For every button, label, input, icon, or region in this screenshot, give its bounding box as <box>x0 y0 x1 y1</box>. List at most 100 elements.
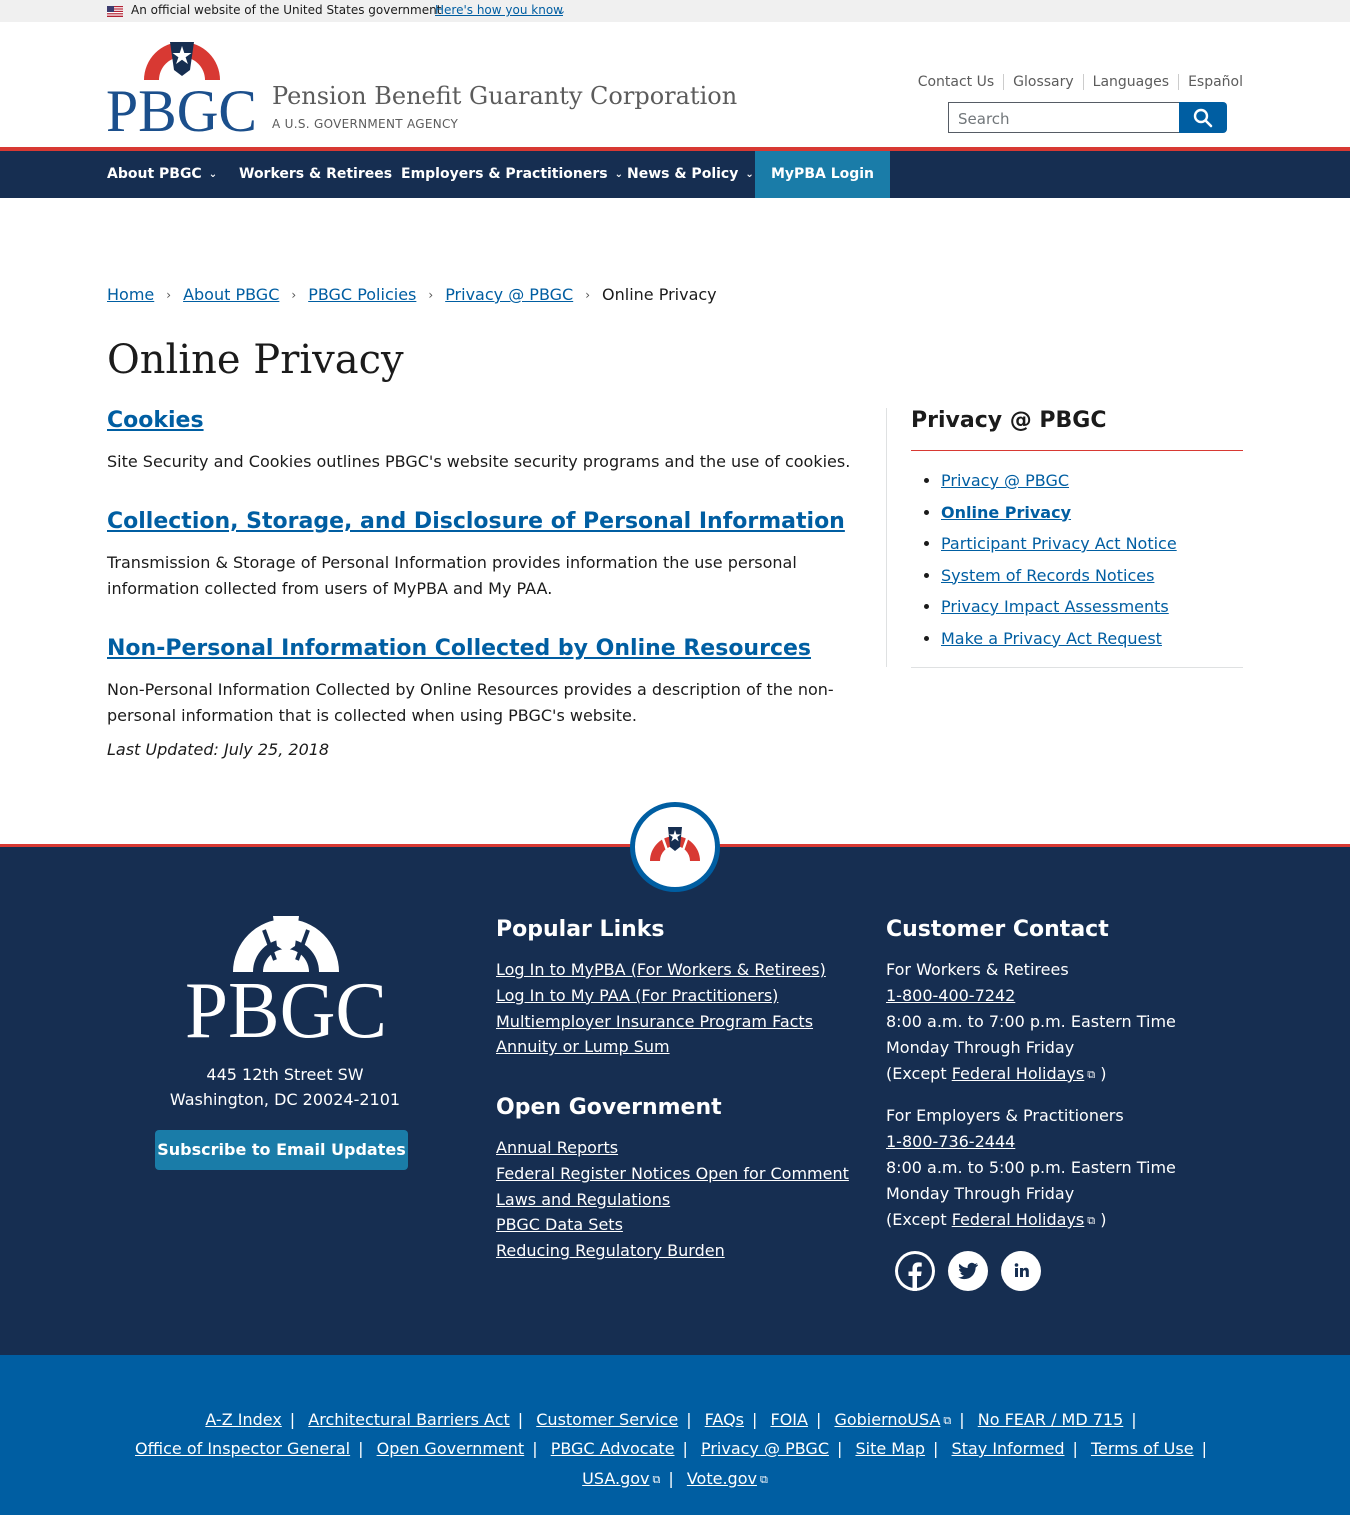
address-line-2: Washington, DC 20024-2101 <box>169 1090 401 1109</box>
twitter-icon[interactable] <box>948 1251 988 1291</box>
sidebar-divider <box>886 408 887 667</box>
sidebar-title: Privacy @ PBGC <box>911 408 1107 433</box>
glossary-link[interactable]: Glossary <box>1003 74 1083 90</box>
footer-link[interactable]: Reducing Regulatory Burden <box>496 1238 849 1264</box>
chevron-down-icon: ⌄ <box>208 169 218 180</box>
popular-links-column: Popular Links Log In to MyPBA (For Worke… <box>496 914 826 1060</box>
breadcrumb-current: Online Privacy <box>602 285 717 304</box>
footer-bottom-row-1: A-Z Index | Architectural Barriers Act | C… <box>205 1410 1137 1429</box>
espanol-link[interactable]: Español <box>1178 74 1243 90</box>
site-subtitle: A U.S. GOVERNMENT AGENCY <box>272 117 459 131</box>
search-icon <box>1193 108 1213 128</box>
footer-bottom-link[interactable]: PBGC Advocate <box>551 1439 675 1458</box>
footer-link[interactable]: Log In to My PAA (For Practitioners) <box>496 983 826 1009</box>
sidebar-item-impact-assessments[interactable]: Privacy Impact Assessments <box>941 594 1177 626</box>
sidebar-item-privacy-pbgc[interactable]: Privacy @ PBGC <box>941 468 1177 500</box>
footer-bottom-link[interactable]: Office of Inspector General <box>135 1439 350 1458</box>
nav-news-policy[interactable]: News & Policy ⌄ <box>627 151 754 198</box>
svg-text:PBGC: PBGC <box>185 967 387 1040</box>
external-link-icon: ⧉ <box>759 1473 768 1486</box>
footer-link[interactable]: Laws and Regulations <box>496 1187 849 1213</box>
sidebar-item-records-notices[interactable]: System of Records Notices <box>941 563 1177 595</box>
footer-bottom-link[interactable]: Vote.gov <box>687 1469 757 1488</box>
site-name[interactable]: Pension Benefit Guaranty Corporation <box>272 82 737 110</box>
pbgc-emblem-icon <box>650 827 700 861</box>
external-link-icon: ⧉ <box>943 1414 952 1427</box>
footer-bottom-link[interactable]: FAQs <box>705 1410 744 1429</box>
section-non-personal: Non-Personal Information Collected by On… <box>107 633 862 729</box>
footer-link[interactable]: Annuity or Lump Sum <box>496 1034 826 1060</box>
footer-bottom-link[interactable]: No FEAR / MD 715 <box>978 1410 1124 1429</box>
how-you-know-link[interactable]: Here's how you know <box>435 3 563 17</box>
sidebar-item-participant-notice[interactable]: Participant Privacy Act Notice <box>941 531 1177 563</box>
footer-bottom-link[interactable]: Terms of Use <box>1091 1439 1194 1458</box>
footer-link[interactable]: PBGC Data Sets <box>496 1212 849 1238</box>
phone-link[interactable]: 1-800-736-2444 <box>886 1129 1231 1155</box>
section-heading-link[interactable]: Non-Personal Information Collected by On… <box>107 633 862 665</box>
nav-employers-practitioners[interactable]: Employers & Practitioners ⌄ <box>401 151 623 198</box>
us-flag-icon <box>107 6 123 17</box>
footer-bottom-link[interactable]: Site Map <box>855 1439 925 1458</box>
chevron-right-icon: › <box>291 287 297 302</box>
footer-bottom-link[interactable]: Open Government <box>377 1439 525 1458</box>
address-line-1: 445 12th Street SW <box>206 1065 364 1084</box>
primary-nav: About PBGC ⌄ Workers & Retirees Employers… <box>0 147 1350 198</box>
sidebar: Privacy @ PBGC Privacy @ PBGC Online Pri… <box>911 405 1243 668</box>
sidebar-title-rule <box>911 450 1243 451</box>
footer-bottom-link[interactable]: Customer Service <box>536 1410 678 1429</box>
footer-link[interactable]: Multiemployer Insurance Program Facts <box>496 1009 826 1035</box>
breadcrumb: Home › About PBGC › PBGC Policies › Priv… <box>107 285 717 304</box>
external-link-icon: ⧉ <box>1087 1068 1096 1081</box>
external-link-icon: ⧉ <box>652 1473 661 1486</box>
contact-us-link[interactable]: Contact Us <box>909 74 1003 90</box>
search-button[interactable] <box>1179 102 1227 133</box>
breadcrumb-policies[interactable]: PBGC Policies <box>308 285 416 304</box>
section-body: Site Security and Cookies outlines PBGC'… <box>107 452 851 471</box>
facebook-icon[interactable] <box>895 1251 935 1291</box>
subscribe-email-button[interactable]: Subscribe to Email Updates <box>155 1130 408 1170</box>
footer-emblem <box>630 802 720 892</box>
search-input[interactable]: Search <box>948 102 1180 133</box>
footer-link[interactable]: Annual Reports <box>496 1135 849 1161</box>
footer-bottom-link[interactable]: Privacy @ PBGC <box>701 1439 829 1458</box>
footer-bottom-link[interactable]: A-Z Index <box>205 1410 281 1429</box>
chevron-down-icon[interactable]: ⌄ <box>557 4 566 17</box>
footer-bottom: A-Z Index | Architectural Barriers Act | C… <box>0 1355 1350 1515</box>
chevron-down-icon: ⌄ <box>614 169 624 180</box>
footer-bottom-link[interactable]: GobiernoUSA <box>834 1410 940 1429</box>
section-body: Non-Personal Information Collected by On… <box>107 680 834 725</box>
nav-mypba-login[interactable]: MyPBA Login <box>755 151 891 198</box>
nav-about-pbgc[interactable]: About PBGC ⌄ <box>107 151 217 198</box>
sidebar-item-online-privacy[interactable]: Online Privacy <box>941 500 1177 532</box>
external-link-icon: ⧉ <box>1087 1214 1096 1227</box>
chevron-down-icon: ⌄ <box>745 169 754 180</box>
federal-holidays-link[interactable]: Federal Holidays <box>952 1064 1085 1083</box>
footer-bottom-link[interactable]: Stay Informed <box>952 1439 1065 1458</box>
phone-link[interactable]: 1-800-400-7242 <box>886 983 1231 1009</box>
sidebar-bottom-rule <box>911 667 1243 668</box>
breadcrumb-home[interactable]: Home <box>107 285 154 304</box>
pbgc-logo[interactable]: PBGC <box>107 38 257 134</box>
customer-contact-column: Customer Contact For Workers & Retirees … <box>886 914 1231 1234</box>
footer-link[interactable]: Log In to MyPBA (For Workers & Retirees) <box>496 957 826 983</box>
sidebar-item-privacy-request[interactable]: Make a Privacy Act Request <box>941 626 1177 658</box>
linkedin-icon[interactable] <box>1001 1251 1041 1291</box>
breadcrumb-about[interactable]: About PBGC <box>183 285 279 304</box>
page-title: Online Privacy <box>107 337 404 383</box>
contact-workers: For Workers & Retirees 1-800-400-7242 8:… <box>886 957 1231 1088</box>
footer-bottom-link[interactable]: FOIA <box>770 1410 807 1429</box>
chevron-right-icon: › <box>428 287 434 302</box>
section-body: Transmission & Storage of Personal Infor… <box>107 553 797 598</box>
footer-link[interactable]: Federal Register Notices Open for Commen… <box>496 1161 849 1187</box>
footer-bottom-link[interactable]: USA.gov <box>582 1469 649 1488</box>
footer-bottom-link[interactable]: Architectural Barriers Act <box>308 1410 509 1429</box>
languages-link[interactable]: Languages <box>1082 74 1178 90</box>
section-heading-link[interactable]: Cookies <box>107 405 850 437</box>
section-heading-link[interactable]: Collection, Storage, and Disclosure of P… <box>107 506 862 538</box>
breadcrumb-privacy[interactable]: Privacy @ PBGC <box>445 285 573 304</box>
sidebar-list: Privacy @ PBGC Online Privacy Participan… <box>941 468 1177 657</box>
federal-holidays-link[interactable]: Federal Holidays <box>952 1210 1085 1229</box>
nav-workers-retirees[interactable]: Workers & Retirees <box>239 151 392 198</box>
section-cookies: Cookies Site Security and Cookies outlin… <box>107 405 850 475</box>
pbgc-footer-logo[interactable]: PBGC <box>185 916 387 1040</box>
